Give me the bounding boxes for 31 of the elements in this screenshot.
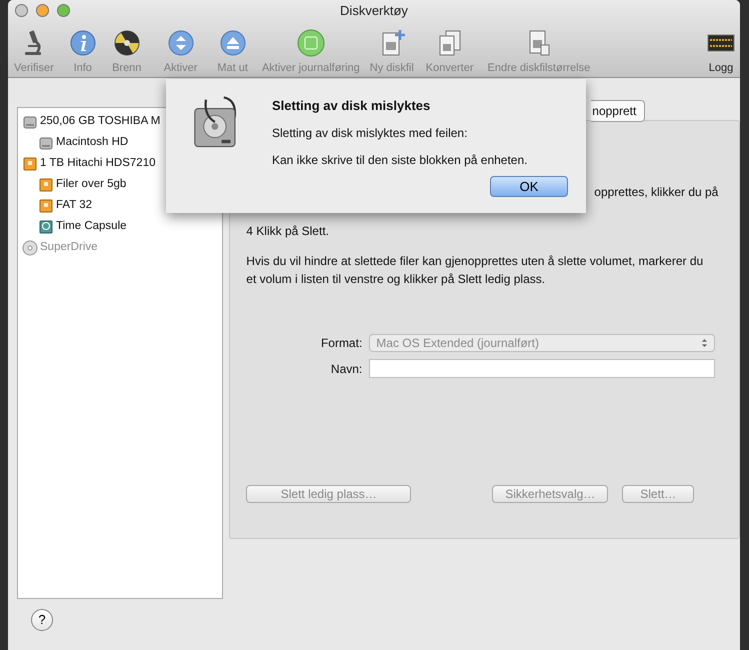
help-button[interactable]: ? xyxy=(31,609,53,631)
name-field[interactable] xyxy=(369,359,716,378)
instruction-text: opprettes, klikker du på xyxy=(594,184,720,201)
up-down-arrows-icon xyxy=(166,28,196,58)
field-label: Format: xyxy=(320,335,362,352)
sidebar-item[interactable]: 1 TB Hitachi HDS7210 xyxy=(18,153,222,174)
sidebar-item[interactable]: Macintosh HD xyxy=(18,132,222,153)
dialog-detail: Kan ikke skrive til den siste blokken på enheten. xyxy=(272,152,528,168)
window-title: Diskverktøy xyxy=(340,3,408,18)
close-button[interactable] xyxy=(15,4,28,17)
stepper-icon xyxy=(701,338,708,348)
instruction-text: 4 Klikk på Slett. xyxy=(246,223,329,240)
eject-icon xyxy=(218,28,248,58)
radiation-icon xyxy=(112,28,142,58)
info-icon xyxy=(68,28,98,58)
sidebar-item[interactable]: Time Capsule xyxy=(18,216,222,237)
time-capsule-icon xyxy=(38,218,54,234)
field-label: Navn: xyxy=(330,360,362,378)
sidebar-item[interactable]: FAT 32 xyxy=(18,195,222,216)
instruction-text: Hvis du vil hindre at slettede filer kan gjenopprettes uten å slette volumet, markerer du et volum i listen til venstre og klikker på Slett ledig plass. xyxy=(246,253,704,288)
ok-button[interactable]: OK xyxy=(490,176,568,196)
sidebar-item[interactable]: 250,06 GB TOSHIBA M xyxy=(18,111,222,132)
minimize-button[interactable] xyxy=(36,4,49,17)
dialog-message: Sletting av disk mislyktes med feilen: xyxy=(272,124,468,142)
zoom-button[interactable] xyxy=(57,4,70,17)
disk-icon xyxy=(296,28,326,58)
disc-icon xyxy=(22,240,38,256)
dialog-title: Sletting av disk mislyktes xyxy=(272,97,432,115)
toolbar-button[interactable]: Logg xyxy=(706,28,736,76)
tab[interactable]: nopprett xyxy=(591,100,646,122)
sidebar-item[interactable]: Filer over 5gb xyxy=(18,174,222,195)
